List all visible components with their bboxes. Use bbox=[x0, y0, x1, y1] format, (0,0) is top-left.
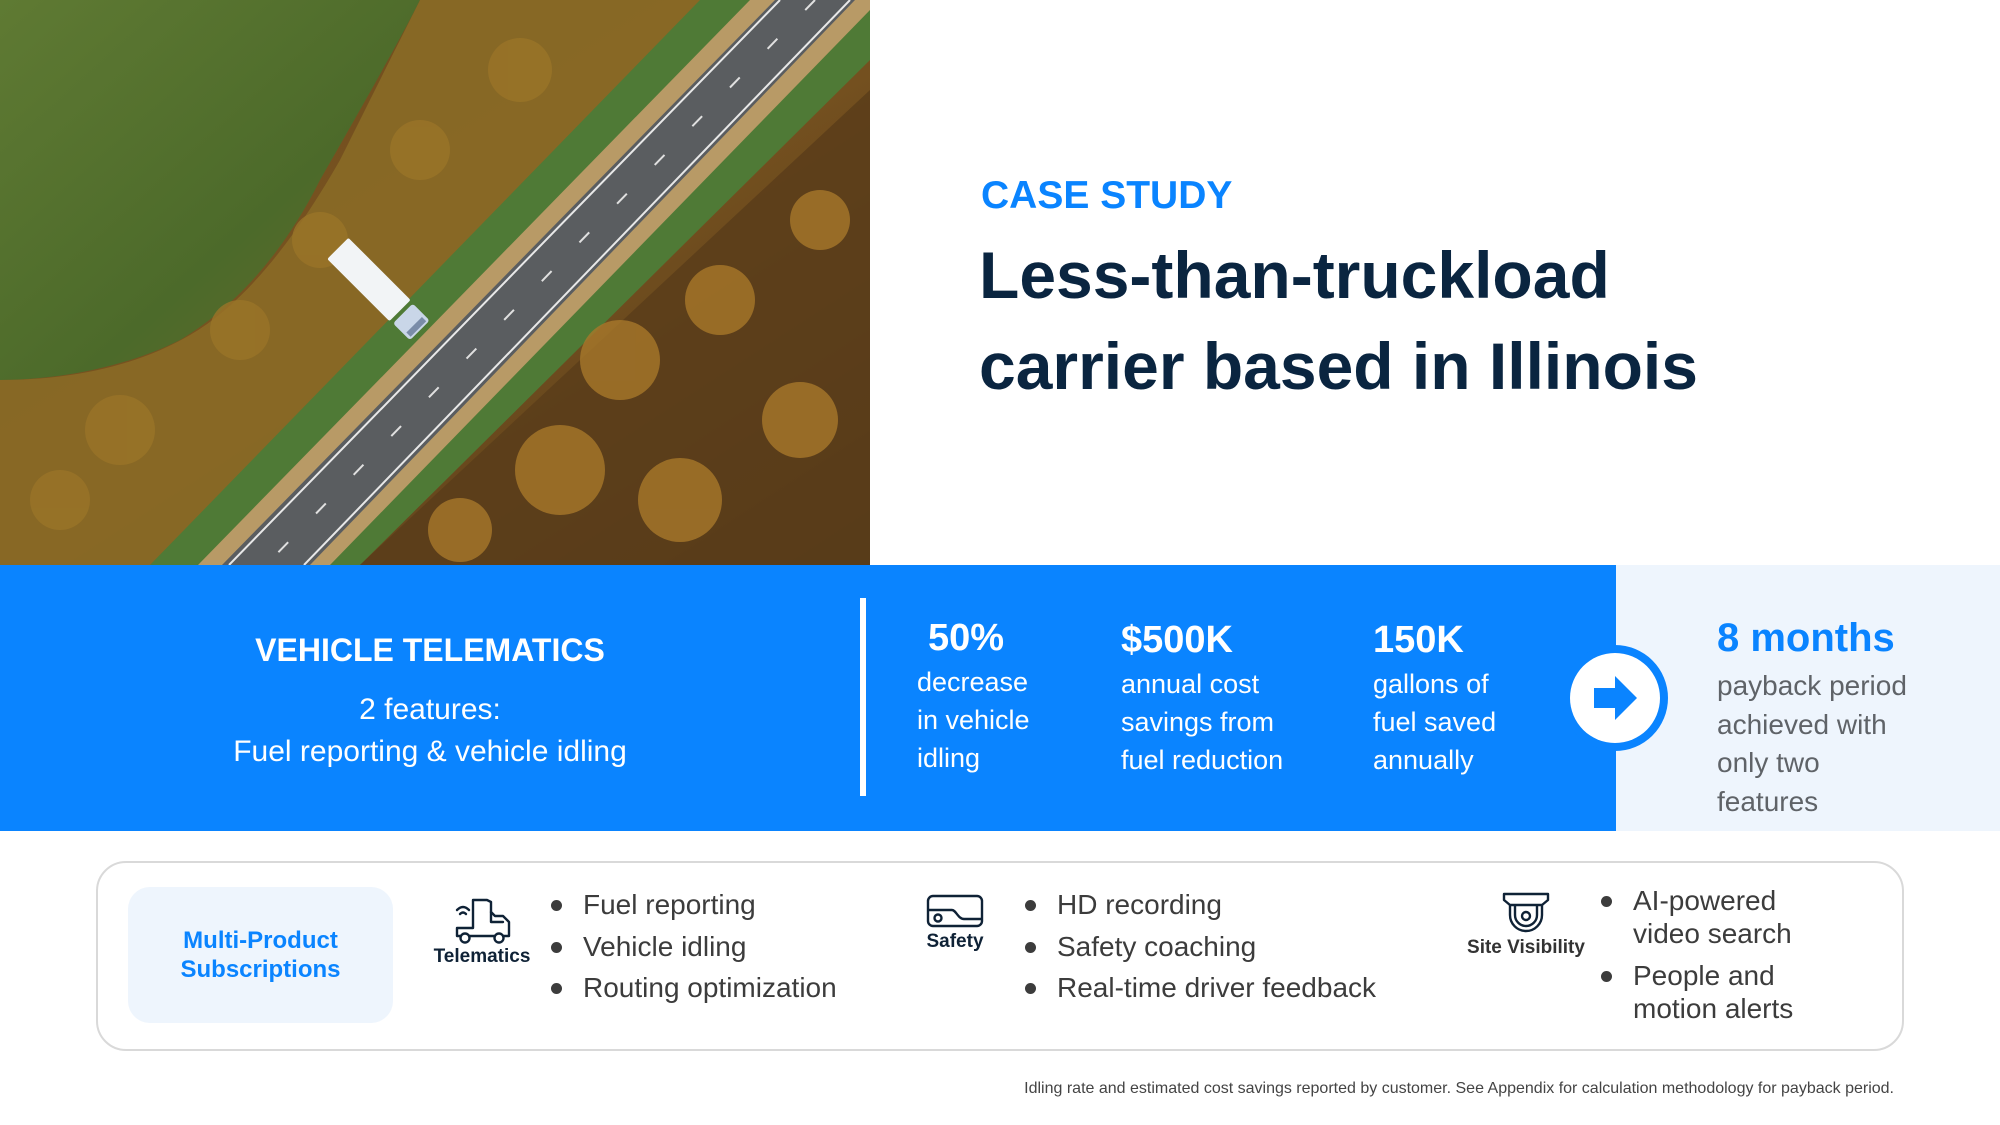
list-item: HD recording bbox=[1025, 884, 1376, 926]
band-divider bbox=[860, 598, 866, 796]
hero-photo bbox=[0, 0, 870, 565]
site-visibility-feature-list: AI-powered video search People and motio… bbox=[1601, 884, 1801, 1034]
subscriptions-label: Multi-Product Subscriptions bbox=[128, 887, 393, 1023]
stat-desc-line: idling bbox=[917, 743, 981, 773]
stat-desc-line: annual cost bbox=[1121, 669, 1260, 699]
stat-desc-line: fuel saved bbox=[1373, 707, 1497, 737]
telematics-feature-list: Fuel reporting Vehicle idling Routing op… bbox=[551, 884, 837, 1009]
stat-value: 50% bbox=[928, 617, 1005, 659]
product-title: VEHICLE TELEMATICS bbox=[255, 632, 605, 668]
list-item: People and motion alerts bbox=[1601, 959, 1801, 1025]
stat-cost-savings: $500K annual cost savings from fuel redu… bbox=[1121, 617, 1283, 779]
arrow-badge bbox=[1562, 645, 1668, 751]
page-title-line-1: Less-than-truckload bbox=[979, 238, 1610, 312]
list-item: AI-powered video search bbox=[1601, 884, 1801, 950]
payback-value: 8 months bbox=[1717, 616, 1895, 660]
list-item: Safety coaching bbox=[1025, 926, 1376, 968]
case-study-eyebrow: CASE STUDY bbox=[981, 174, 1233, 217]
product-name: Telematics bbox=[433, 946, 531, 967]
subscriptions-label-text: Multi-Product Subscriptions bbox=[180, 927, 341, 983]
stat-fuel-saved: 150K gallons of fuel saved annually bbox=[1373, 617, 1496, 779]
payback-desc-line: achieved with bbox=[1717, 708, 1887, 740]
list-item: Fuel reporting bbox=[551, 884, 837, 926]
arrow-right-icon bbox=[1594, 676, 1637, 720]
stat-value: $500K bbox=[1121, 619, 1233, 661]
product-telematics: Telematics bbox=[420, 896, 544, 968]
stat-desc-line: in vehicle bbox=[917, 705, 1030, 735]
page-title-line-2: carrier based in Illinois bbox=[979, 329, 1698, 403]
footnote: Idling rate and estimated cost savings r… bbox=[1024, 1080, 1894, 1097]
list-item: Vehicle idling bbox=[551, 926, 837, 968]
stat-description: annual cost savings from fuel reduction bbox=[1121, 665, 1283, 779]
stat-desc-line: annually bbox=[1373, 745, 1474, 775]
stat-description: decrease in vehicle idling bbox=[917, 663, 1030, 777]
truck-on-highway-image bbox=[0, 0, 870, 565]
stat-value: 150K bbox=[1373, 619, 1464, 661]
feature-list: Fuel reporting & vehicle idling bbox=[233, 735, 627, 768]
payback-summary: 8 months payback period achieved with on… bbox=[1717, 613, 1907, 821]
product-site-visibility: Site Visibility bbox=[1456, 891, 1596, 959]
safety-feature-list: HD recording Safety coaching Real-time d… bbox=[1025, 884, 1376, 1009]
list-item: Real-time driver feedback bbox=[1025, 967, 1376, 1009]
stat-desc-line: decrease bbox=[917, 667, 1029, 697]
stat-desc-line: gallons of bbox=[1373, 669, 1489, 699]
stat-desc-line: fuel reduction bbox=[1121, 745, 1284, 775]
payback-desc-line: features bbox=[1717, 785, 1819, 817]
stat-desc-line: savings from bbox=[1121, 707, 1275, 737]
security-camera-icon bbox=[1502, 892, 1550, 933]
product-name: Site Visibility bbox=[1467, 937, 1585, 958]
stat-description: gallons of fuel saved annually bbox=[1373, 665, 1496, 779]
payback-desc-line: payback period bbox=[1717, 670, 1907, 701]
product-name: Safety bbox=[926, 931, 984, 952]
truck-wifi-icon bbox=[455, 898, 511, 944]
stat-idling: 50% decrease in vehicle idling bbox=[917, 615, 1030, 777]
page-title: Less-than-truckload carrier based in Ill… bbox=[979, 230, 1698, 412]
product-summary: VEHICLE TELEMATICS 2 features: Fuel repo… bbox=[0, 565, 860, 831]
dashcam-icon bbox=[926, 894, 984, 928]
payback-desc-line: only two bbox=[1717, 747, 1820, 778]
list-item: Routing optimization bbox=[551, 967, 837, 1009]
payback-description: payback period achieved with only two fe… bbox=[1717, 667, 1907, 821]
feature-count: 2 features: bbox=[359, 693, 501, 726]
product-safety: Safety bbox=[910, 893, 1000, 953]
